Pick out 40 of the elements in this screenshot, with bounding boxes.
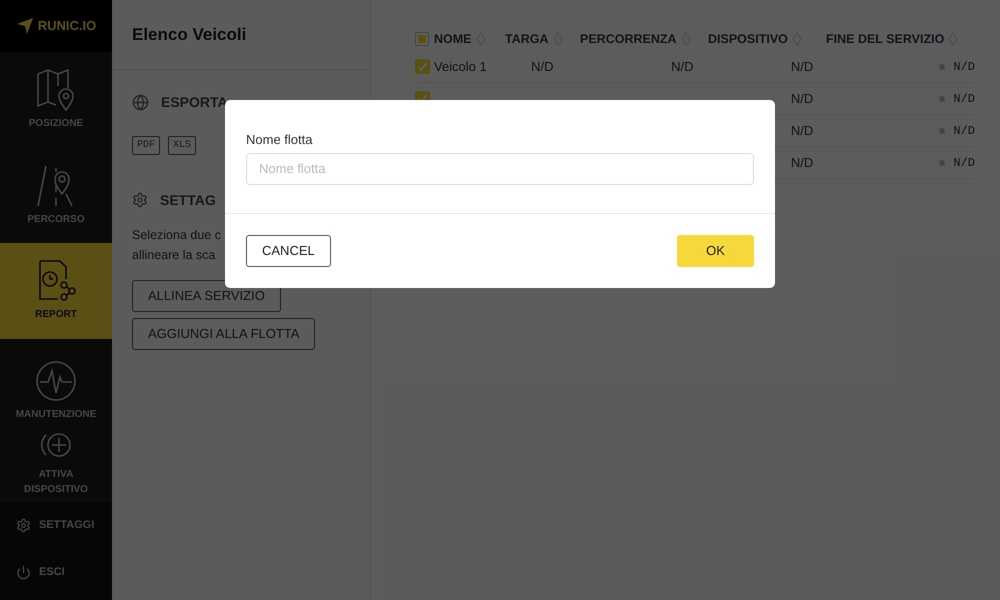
- section-heading: ESPORTA: [161, 92, 228, 112]
- cancel-button[interactable]: CANCEL: [246, 234, 331, 266]
- settings-icon: [132, 192, 148, 208]
- power-icon: [16, 565, 31, 580]
- column-header[interactable]: FINE DEL SERVIZIO: [826, 30, 944, 48]
- section-heading: SETTAG: [160, 190, 216, 210]
- nav-item[interactable]: ESCI: [0, 549, 112, 596]
- column-header[interactable]: DISPOSITIVO: [708, 30, 788, 48]
- table-cell-text: N/D: [953, 90, 975, 108]
- table-cell-text: N/D: [953, 58, 975, 76]
- column-header[interactable]: PERCORRENZA: [580, 30, 677, 48]
- nav-item[interactable]: REPORT: [0, 243, 112, 339]
- export-format-button[interactable]: XLS: [168, 136, 196, 155]
- column-header[interactable]: TARGA: [505, 30, 549, 48]
- table-cell-text: N/D: [953, 122, 975, 140]
- table-cell-text: N/D: [790, 154, 814, 172]
- table-cell-text: N/D: [790, 90, 814, 108]
- globe-icon: [132, 94, 149, 110]
- table-cell-text: N/D: [953, 154, 975, 172]
- table-cell-text: N/D: [531, 58, 554, 76]
- pulse-icon: [34, 359, 78, 404]
- field-label: Nome flotta: [246, 131, 314, 149]
- nav-item[interactable]: SETTAGGI: [0, 502, 112, 550]
- ok-button[interactable]: OK: [677, 234, 754, 266]
- panel-title: Elenco Veicoli: [132, 24, 246, 46]
- table-cell-text: N/D: [671, 58, 694, 76]
- table-cell-text: N/D: [790, 58, 814, 76]
- export-format-button[interactable]: PDF: [132, 136, 160, 155]
- logo[interactable]: RUNIC.IO: [0, 0, 112, 52]
- column-header[interactable]: NOME: [434, 30, 472, 48]
- table-cell-text: Veicolo 1: [434, 58, 487, 76]
- action-button[interactable]: AGGIUNGI ALLA FLOTTA: [132, 318, 316, 350]
- row-checkbox[interactable]: [415, 59, 430, 74]
- table-cell-text: N/D: [790, 122, 814, 140]
- input-field[interactable]: Nome flotta: [246, 152, 754, 184]
- description-text: Seleziona due c: [132, 227, 221, 244]
- description-text: allineare la sca: [132, 247, 216, 264]
- settings-icon: [16, 518, 31, 534]
- header-checkbox[interactable]: [415, 32, 429, 46]
- arrow-logo-icon: [16, 16, 34, 35]
